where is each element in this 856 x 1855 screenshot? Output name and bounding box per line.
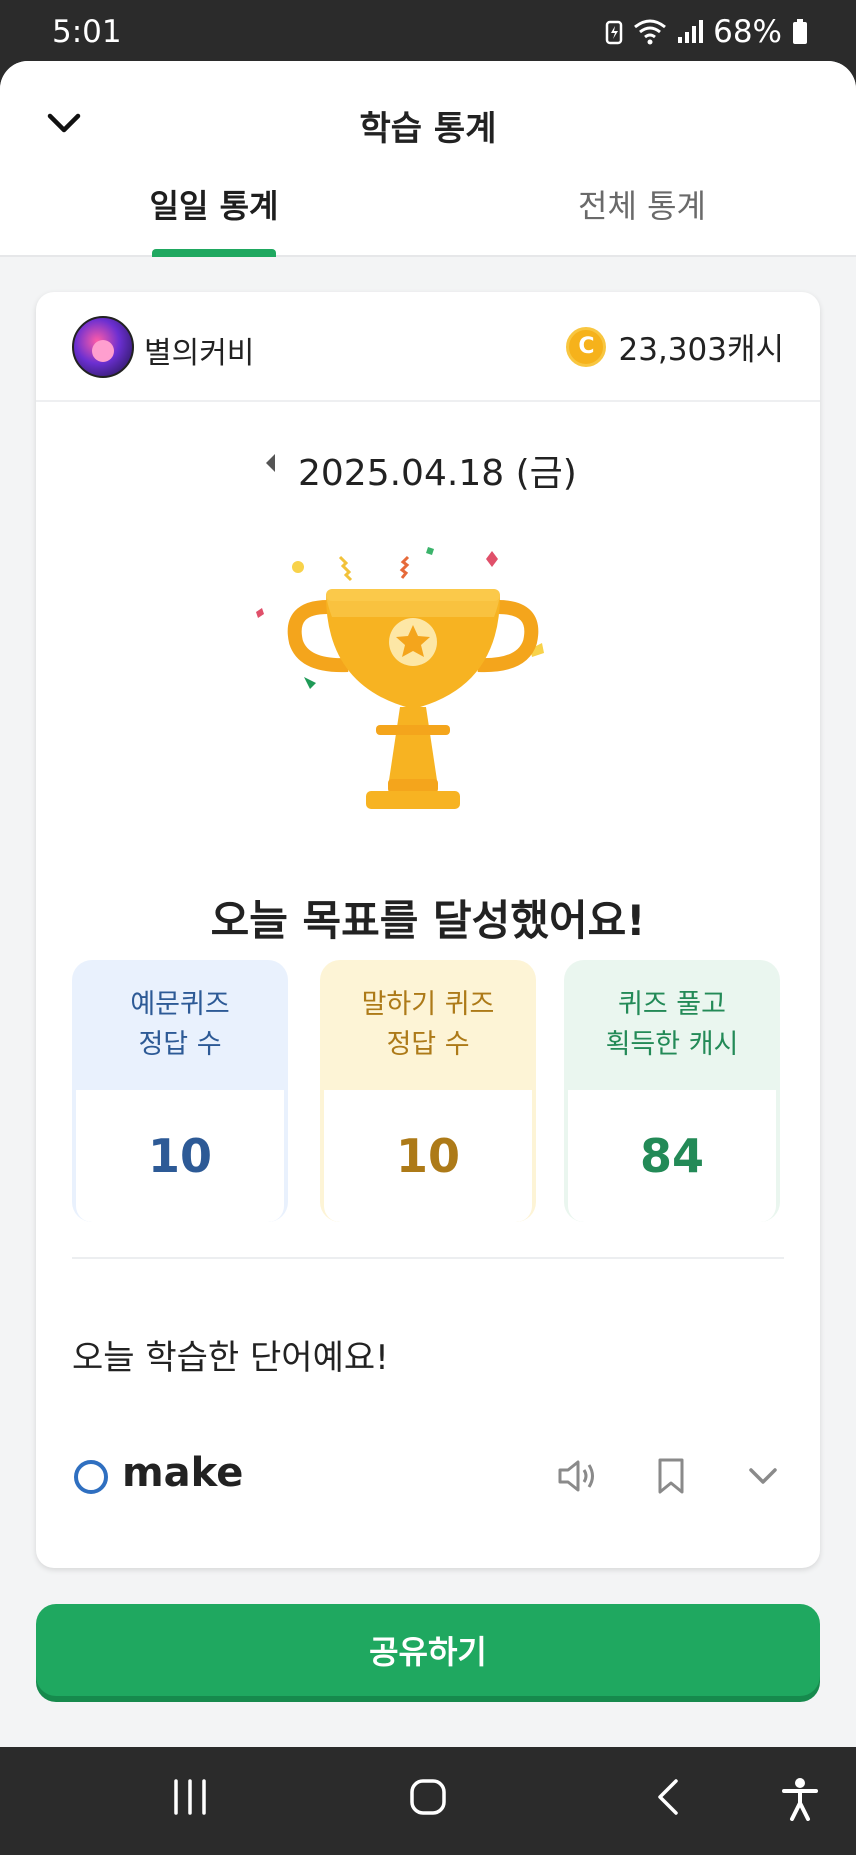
daily-stats-card: 별의커비 C 23,303캐시 2025.04.18 (금) 오늘 목표를 달성… <box>36 292 820 1568</box>
home-icon[interactable] <box>408 1777 448 1817</box>
goal-achieved-message: 오늘 목표를 달성했어요! <box>210 896 646 945</box>
status-time: 5:01 <box>52 14 122 50</box>
speaker-icon[interactable] <box>556 1456 598 1496</box>
circle-mark-icon <box>74 1460 108 1494</box>
stats-sheet: 학습 통계 일일 통계 전체 통계 별의커비 C 23,303캐시 2025.0… <box>0 61 856 1747</box>
profile-row: 별의커비 C 23,303캐시 <box>36 292 820 402</box>
stat-label-line1: 예문퀴즈 <box>130 989 230 1020</box>
stat-value: 10 <box>324 1090 532 1222</box>
battery-saver-icon <box>605 20 623 45</box>
stat-label-line2: 획득한 캐시 <box>605 1029 739 1060</box>
tab-daily-stats[interactable]: 일일 통계 <box>0 181 428 227</box>
stat-value: 10 <box>76 1090 284 1222</box>
stat-earned-cash: 퀴즈 풀고획득한 캐시 84 <box>564 960 780 1222</box>
stat-label-line2: 정답 수 <box>138 1029 222 1060</box>
back-icon[interactable] <box>652 1777 686 1817</box>
date-label: 2025.04.18 (금) <box>298 453 577 494</box>
wifi-icon <box>634 19 667 45</box>
cash-balance: C 23,303캐시 <box>566 324 784 369</box>
stat-label-line2: 정답 수 <box>386 1029 470 1060</box>
word-list-item[interactable]: make <box>72 1442 784 1512</box>
word-text: make <box>122 1450 244 1496</box>
battery-percent: 68% <box>713 14 782 50</box>
stat-value: 84 <box>568 1090 776 1222</box>
recents-icon[interactable] <box>170 1777 210 1817</box>
status-bar: 5:01 68% <box>0 0 856 61</box>
header: 학습 통계 일일 통계 전체 통계 <box>0 61 856 257</box>
stat-label-line1: 퀴즈 풀고 <box>618 989 726 1020</box>
page-title: 학습 통계 <box>359 109 497 149</box>
stat-label: 예문퀴즈정답 수 <box>72 960 288 1090</box>
trophy-illustration <box>248 537 608 857</box>
battery-icon <box>793 19 807 44</box>
trophy-icon <box>256 547 544 809</box>
share-button[interactable]: 공유하기 <box>36 1604 820 1696</box>
learned-words-title: 오늘 학습한 단어예요! <box>72 1338 389 1378</box>
status-icons: 68% <box>605 14 808 50</box>
username: 별의커비 <box>144 336 255 371</box>
coin-icon: C <box>566 326 607 367</box>
divider <box>72 1257 784 1259</box>
tab-total-stats[interactable]: 전체 통계 <box>428 181 856 227</box>
date-selector: 2025.04.18 (금) <box>36 442 820 494</box>
stat-label: 퀴즈 풀고획득한 캐시 <box>564 960 780 1090</box>
stat-speaking-quiz: 말하기 퀴즈정답 수 10 <box>320 960 536 1222</box>
stat-label-line1: 말하기 퀴즈 <box>361 989 495 1020</box>
accessibility-icon[interactable] <box>780 1777 820 1821</box>
cash-amount: 23,303캐시 <box>618 332 784 368</box>
chevron-down-icon[interactable] <box>746 1456 780 1496</box>
avatar <box>72 316 134 378</box>
stat-example-quiz: 예문퀴즈정답 수 10 <box>72 960 288 1222</box>
stat-label: 말하기 퀴즈정답 수 <box>320 960 536 1090</box>
bookmark-icon[interactable] <box>656 1456 686 1496</box>
caret-left-icon[interactable] <box>266 454 275 472</box>
active-tab-indicator <box>152 249 276 257</box>
signal-icon <box>678 20 704 43</box>
system-nav-bar <box>0 1747 856 1855</box>
